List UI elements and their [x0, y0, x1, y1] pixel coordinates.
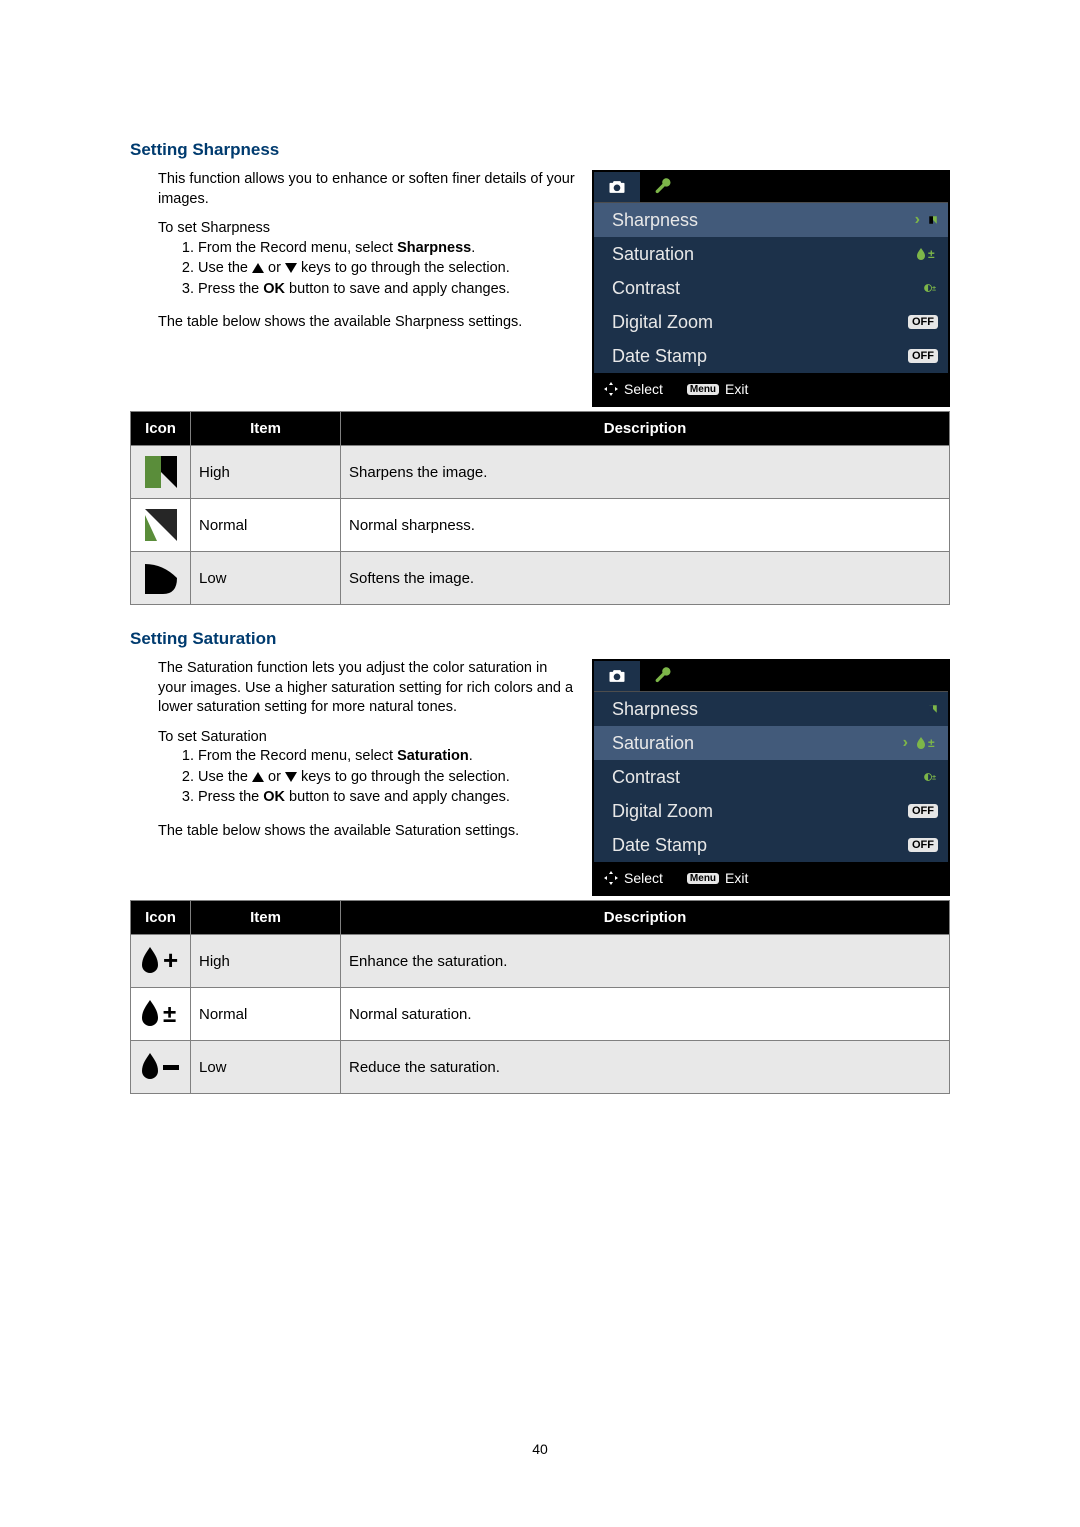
sharpness-table-intro: The table below shows the available Shar…	[158, 313, 576, 333]
table-row: + High Enhance the saturation.	[131, 935, 950, 988]
heading-sharpness: Setting Sharpness	[130, 140, 950, 160]
th-item: Item	[191, 901, 341, 935]
table-row: Normal Normal sharpness.	[131, 499, 950, 552]
up-arrow-icon	[252, 772, 264, 782]
sharpness-steps: From the Record menu, select Sharpness. …	[158, 239, 576, 300]
saturation-intro: The Saturation function lets you adjust …	[158, 659, 576, 718]
svg-text:+: +	[163, 945, 178, 975]
sharpness-step-3: Press the OK button to save and apply ch…	[198, 280, 576, 300]
menu-item-digital-zoom: Digital Zoom OFF	[594, 794, 948, 828]
sat-normal-icon: ±	[138, 992, 184, 1036]
menu-item-saturation: Saturation ±	[594, 237, 948, 271]
saturation-value-icon: ±	[916, 736, 938, 750]
chevron-right-icon: ›	[915, 211, 920, 229]
sharpness-step-2: Use the or keys to go through the select…	[198, 259, 576, 279]
saturation-step-2: Use the or keys to go through the select…	[198, 768, 576, 788]
sharpness-step-1: From the Record menu, select Sharpness.	[198, 239, 576, 259]
menu-item-contrast: Contrast ±	[594, 271, 948, 305]
svg-text:±: ±	[932, 285, 936, 292]
th-icon: Icon	[131, 901, 191, 935]
off-badge: OFF	[908, 838, 938, 852]
svg-text:±: ±	[163, 1001, 176, 1028]
menu-saturation-screenshot: Sharpness Saturation › ± Con	[592, 659, 950, 896]
menu-item-sharpness: Sharpness ›	[594, 203, 948, 237]
sharpness-toset-label: To set Sharpness	[158, 219, 576, 239]
footer-select: Select	[604, 381, 663, 397]
nav-arrows-icon	[604, 382, 618, 396]
menu-item-saturation: Saturation › ±	[594, 726, 948, 760]
off-badge: OFF	[908, 315, 938, 329]
svg-text:±: ±	[928, 736, 935, 750]
sharpness-table: Icon Item Description High Sharpens the …	[130, 411, 950, 605]
saturation-step-1: From the Record menu, select Saturation.	[198, 747, 576, 767]
svg-text:±: ±	[928, 247, 935, 261]
menu-item-contrast: Contrast ±	[594, 760, 948, 794]
camera-tab-icon	[594, 172, 640, 202]
sharpness-intro: This function allows you to enhance or s…	[158, 170, 576, 209]
th-item: Item	[191, 412, 341, 446]
down-arrow-icon	[285, 772, 297, 782]
wrench-tab-icon	[640, 172, 686, 202]
page-number: 40	[0, 1441, 1080, 1457]
saturation-table-intro: The table below shows the available Satu…	[158, 822, 576, 842]
menu-item-digital-zoom: Digital Zoom OFF	[594, 305, 948, 339]
sharp-normal-icon	[138, 503, 184, 547]
heading-saturation: Setting Saturation	[130, 629, 950, 649]
th-icon: Icon	[131, 412, 191, 446]
menu-item-sharpness: Sharpness	[594, 692, 948, 726]
off-badge: OFF	[908, 349, 938, 363]
footer-exit: Menu Exit	[687, 381, 748, 397]
contrast-value-icon: ±	[924, 770, 938, 784]
down-arrow-icon	[285, 263, 297, 273]
section-sharpness: Setting Sharpness This function allows y…	[130, 140, 950, 605]
saturation-toset-label: To set Saturation	[158, 728, 576, 748]
off-badge: OFF	[908, 804, 938, 818]
up-arrow-icon	[252, 263, 264, 273]
saturation-step-3: Press the OK button to save and apply ch…	[198, 788, 576, 808]
sat-low-icon	[138, 1045, 184, 1089]
sharp-high-icon	[138, 450, 184, 494]
saturation-value-icon: ±	[916, 247, 938, 261]
sharp-low-icon	[138, 556, 184, 600]
sat-high-icon: +	[138, 939, 184, 983]
table-row: Low Reduce the saturation.	[131, 1041, 950, 1094]
sharpness-value-icon	[928, 702, 938, 716]
th-desc: Description	[341, 412, 950, 446]
svg-text:±: ±	[932, 774, 936, 781]
saturation-steps: From the Record menu, select Saturation.…	[158, 747, 576, 808]
table-row: Low Softens the image.	[131, 552, 950, 605]
menu-item-date-stamp: Date Stamp OFF	[594, 828, 948, 862]
camera-tab-icon	[594, 661, 640, 691]
page: Setting Sharpness This function allows y…	[0, 0, 1080, 1527]
th-desc: Description	[341, 901, 950, 935]
nav-arrows-icon	[604, 871, 618, 885]
table-row: High Sharpens the image.	[131, 446, 950, 499]
menu-item-date-stamp: Date Stamp OFF	[594, 339, 948, 373]
footer-exit: Menu Exit	[687, 870, 748, 886]
footer-select: Select	[604, 870, 663, 886]
menu-sharpness-screenshot: Sharpness › Saturation ± Con	[592, 170, 950, 407]
wrench-tab-icon	[640, 661, 686, 691]
sharpness-high-icon	[928, 213, 938, 227]
contrast-value-icon: ±	[924, 281, 938, 295]
saturation-table: Icon Item Description + High Enhance the…	[130, 900, 950, 1094]
table-row: ± Normal Normal saturation.	[131, 988, 950, 1041]
chevron-right-icon: ›	[903, 734, 908, 752]
section-saturation: Setting Saturation The Saturation functi…	[130, 629, 950, 1094]
